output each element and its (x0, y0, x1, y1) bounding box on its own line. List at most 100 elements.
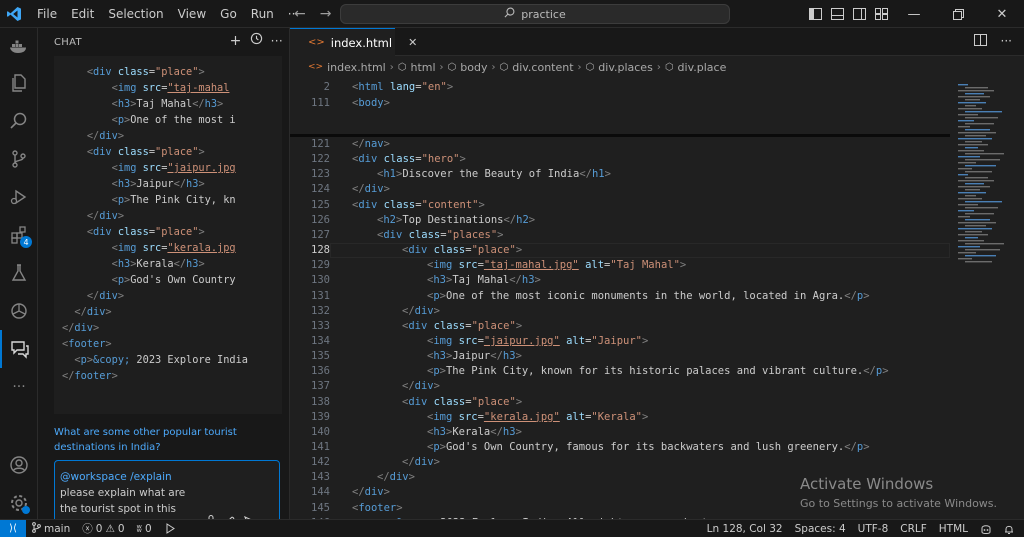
code-line[interactable]: <p>God's Own Country, famous for its bac… (427, 440, 870, 455)
split-editor-icon[interactable] (973, 34, 987, 49)
indentation[interactable]: Spaces: 4 (789, 523, 852, 535)
close-window-icon[interactable]: ✕ (980, 0, 1024, 28)
followup-suggestion[interactable]: What are some other popular tourist dest… (54, 425, 284, 455)
menu-file[interactable]: File (30, 0, 64, 28)
code-line[interactable]: <h3>Jaipur</h3> (427, 349, 522, 364)
problems-indicator[interactable]: ⓧ 0 ⚠ 0 (76, 521, 130, 536)
ports-indicator[interactable]: ʬ0 (131, 523, 158, 535)
manage-gear-icon[interactable] (0, 484, 38, 522)
ports-antenna-icon: ʬ (136, 522, 142, 535)
restore-icon[interactable] (936, 0, 980, 28)
line-number: 137 (311, 380, 330, 393)
history-icon[interactable] (250, 32, 263, 49)
minimap[interactable] (956, 78, 1016, 278)
chat-icon[interactable] (0, 330, 38, 368)
breadcrumb-div-place[interactable]: ⬡ div.place (665, 61, 727, 74)
code-line[interactable]: <p>The Pink City, known for its historic… (427, 364, 889, 379)
code-line[interactable]: <div class="place"> (402, 319, 522, 334)
minimap-line (965, 105, 976, 107)
menu-selection[interactable]: Selection (101, 0, 170, 28)
end-of-line[interactable]: CRLF (894, 523, 933, 535)
chat-code-line: <img src="taj-mahal (111, 82, 230, 94)
testing-flask-icon[interactable] (0, 254, 38, 292)
sticky-scroll-line[interactable]: <body> (352, 96, 390, 111)
encoding[interactable]: UTF-8 (852, 523, 895, 535)
code-line[interactable]: <div class="place"> (402, 395, 522, 410)
editor-more-actions-icon[interactable]: ··· (1001, 34, 1012, 49)
editor-tabs: <> index.html ✕ ··· (290, 28, 1024, 56)
code-line[interactable]: <div class="hero"> (352, 152, 466, 167)
search-view-icon[interactable] (0, 102, 38, 140)
code-line[interactable]: <img src="jaipur.jpg" alt="Jaipur"> (427, 334, 648, 349)
customize-layout-icon[interactable] (870, 0, 892, 28)
run-debug-icon[interactable] (0, 178, 38, 216)
toggle-secondary-sidebar-icon[interactable] (848, 0, 870, 28)
code-line[interactable]: </div> (377, 470, 415, 485)
code-line[interactable]: </div> (402, 455, 440, 470)
element-cube-icon: ⬡ (397, 61, 407, 73)
extensions-icon[interactable]: 4 (0, 216, 38, 254)
menu-go[interactable]: Go (213, 0, 244, 28)
code-line[interactable]: </div> (352, 485, 390, 500)
code-line[interactable]: <p>One of the most iconic monuments in t… (427, 289, 870, 304)
code-line[interactable]: <div class="content"> (352, 198, 485, 213)
toggle-panel-icon[interactable] (826, 0, 848, 28)
branch-indicator[interactable]: main (26, 521, 76, 536)
toggle-primary-sidebar-icon[interactable] (804, 0, 826, 28)
line-number: 123 (311, 168, 330, 181)
breadcrumb-html[interactable]: ⬡ html (398, 61, 436, 74)
chat-code-line: </div> (86, 210, 125, 222)
minimap-line (958, 108, 982, 110)
sticky-scroll-line[interactable]: <html lang="en"> (352, 80, 453, 95)
command-center-search[interactable]: practice (340, 4, 730, 24)
code-line[interactable]: <h3>Kerala</h3> (427, 425, 522, 440)
code-line[interactable]: <h3>Taj Mahal</h3> (427, 273, 541, 288)
menu-view[interactable]: View (171, 0, 213, 28)
code-line[interactable]: </div> (402, 379, 440, 394)
back-arrow-icon[interactable]: ← (294, 6, 306, 22)
forward-arrow-icon[interactable]: → (320, 6, 332, 22)
copilot-icon[interactable] (974, 524, 998, 535)
breadcrumb-file[interactable]: <> index.html (308, 61, 386, 74)
code-line[interactable]: <div class="places"> (377, 228, 503, 243)
minimap-line (958, 156, 980, 158)
code-line[interactable]: <img src="kerala.jpg" alt="Kerala"> (427, 410, 648, 425)
code-line[interactable]: </div> (402, 304, 440, 319)
minimize-icon[interactable]: — (892, 0, 936, 28)
minimap-line (958, 144, 988, 146)
line-number: 128 (311, 244, 330, 257)
code-line[interactable]: <footer> (352, 501, 403, 516)
cursor-position[interactable]: Ln 128, Col 32 (701, 523, 789, 535)
accounts-icon[interactable] (0, 446, 38, 484)
remote-indicator-icon[interactable]: ⟩⟨ (0, 519, 26, 537)
tab-index-html[interactable]: <> index.html ✕ (290, 28, 417, 56)
menu-edit[interactable]: Edit (64, 0, 101, 28)
new-chat-plus-icon[interactable]: + (230, 33, 242, 49)
minimap-line (958, 216, 970, 218)
more-actions-icon[interactable]: ··· (271, 34, 283, 48)
code-editor[interactable]: 2 <html lang="en"> 111 <body> 121 </nav> 122 <d… (290, 78, 950, 519)
openai-icon[interactable] (0, 292, 38, 330)
chat-code-line: <p>&copy; 2023 Explore India (74, 354, 249, 366)
line-number: 126 (311, 213, 330, 226)
code-line[interactable]: <h1>Discover the Beauty of India</h1> (377, 167, 611, 182)
menu-run[interactable]: Run (244, 0, 281, 28)
code-line[interactable]: </div> (352, 182, 390, 197)
breadcrumb-div-content[interactable]: ⬡ div.content (500, 61, 574, 74)
breadcrumb-body[interactable]: ⬡ body (448, 61, 488, 74)
more-views-icon[interactable]: ··· (0, 368, 38, 406)
source-control-icon[interactable] (0, 140, 38, 178)
debug-launch-icon[interactable] (158, 523, 181, 534)
close-tab-icon[interactable]: ✕ (408, 36, 417, 49)
minimap-line (958, 132, 996, 134)
minimap-line (958, 246, 980, 248)
notifications-bell-icon[interactable] (998, 524, 1020, 535)
language-mode[interactable]: HTML (933, 523, 974, 535)
code-line[interactable]: <img src="taj-mahal.jpg" alt="Taj Mahal"… (427, 258, 686, 273)
docker-icon[interactable] (0, 28, 38, 64)
code-line[interactable]: </nav> (352, 137, 390, 152)
breadcrumb-div-places[interactable]: ⬡ div.places (586, 61, 653, 74)
code-line[interactable]: <div class="place"> (402, 243, 522, 258)
code-line[interactable]: <h2>Top Destinations</h2> (377, 213, 535, 228)
explorer-icon[interactable] (0, 64, 38, 102)
